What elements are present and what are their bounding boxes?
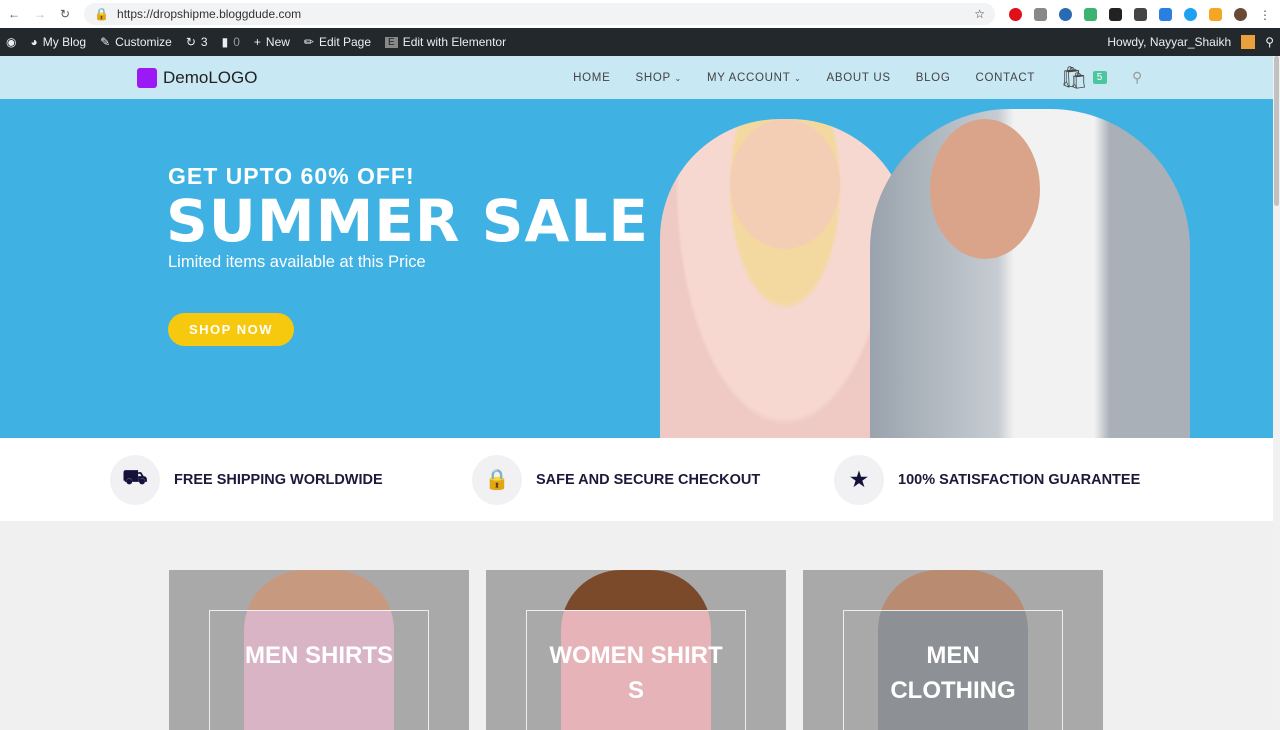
label: MY ACCOUNT <box>706 71 791 84</box>
label: My Blog <box>42 35 87 49</box>
extension-icon[interactable] <box>1134 7 1147 21</box>
extensions: ⋮ <box>1009 7 1272 22</box>
admin-customize[interactable]: ✎ Customize <box>100 35 172 49</box>
cart-button[interactable]: 🛍 5 <box>1060 64 1108 91</box>
menu-contact[interactable]: CONTACT <box>975 72 1035 84</box>
lock-icon: 🔒 <box>94 7 110 21</box>
cart-count-badge: 5 <box>1092 71 1108 84</box>
extension-icon[interactable] <box>1109 7 1122 21</box>
logo-icon <box>137 67 157 88</box>
feature-label: SAFE AND SECURE CHECKOUT <box>536 471 761 488</box>
menu-shop[interactable]: SHOP ⌄ <box>635 72 682 84</box>
admin-search-icon[interactable]: ⚲ <box>1265 35 1274 49</box>
shopping-bag-icon: 🛍 <box>1060 64 1089 90</box>
menu-home[interactable]: HOME <box>573 72 610 84</box>
scrollbar-thumb[interactable] <box>1274 56 1279 206</box>
category-label: MEN SHIRTS <box>244 642 393 669</box>
menu-kebab-icon[interactable]: ⋮ <box>1259 8 1272 22</box>
label: 0 <box>233 35 240 49</box>
wordpress-logo-icon[interactable]: ◉ <box>6 35 16 49</box>
label: SHOP <box>635 71 671 84</box>
feature-item: ★ 100% SATISFACTION GUARANTEE <box>834 454 1196 505</box>
admin-my-blog[interactable]: ◕ My Blog <box>30 35 86 49</box>
feature-label: FREE SHIPPING WORLDWIDE <box>174 471 383 488</box>
category-label: WOMEN SHIRT S <box>549 642 723 704</box>
shop-now-button[interactable]: SHOP NOW <box>168 313 294 346</box>
search-icon[interactable]: ⚲ <box>1132 69 1143 86</box>
admin-edit-page[interactable]: ✏ Edit Page <box>304 35 371 49</box>
lock-icon: 🔒 <box>472 454 522 505</box>
category-label: MEN CLOTHING <box>890 642 1016 704</box>
elementor-icon: E <box>385 36 398 48</box>
logo-text: DemoLOGO <box>163 67 258 87</box>
bookmark-star-icon[interactable]: ☆ <box>974 7 985 21</box>
label: Edit with Elementor <box>402 35 507 49</box>
admin-new[interactable]: + New <box>254 35 290 49</box>
brush-icon: ✎ <box>100 35 111 49</box>
hero-kicker: GET UPTO 60% OFF! <box>168 163 415 189</box>
reload-icon[interactable]: ↻ <box>60 7 70 21</box>
page-scrollbar[interactable] <box>1273 56 1280 720</box>
truck-icon: ⛟ <box>110 454 160 505</box>
download-extension-icon[interactable] <box>1159 7 1172 21</box>
admin-edit-elementor[interactable]: E Edit with Elementor <box>385 35 506 49</box>
admin-comments[interactable]: ▮ 0 <box>222 35 240 49</box>
user-avatar[interactable] <box>1241 35 1256 49</box>
label: New <box>265 35 290 49</box>
feature-item: 🔒 SAFE AND SECURE CHECKOUT <box>472 454 834 505</box>
label: 3 <box>200 35 208 49</box>
updates-icon: ↻ <box>185 35 196 49</box>
chevron-down-icon: ⌄ <box>674 73 682 83</box>
menu-about-us[interactable]: ABOUT US <box>827 72 891 84</box>
browser-toolbar: ← → ↻ 🔒 https://dropshipme.bloggdude.com… <box>0 0 1280 28</box>
hero-title: SUMMER SALE <box>166 187 650 255</box>
plus-icon: + <box>253 35 261 49</box>
comment-icon: ▮ <box>221 35 229 49</box>
hero-subtitle: Limited items available at this Price <box>168 253 426 271</box>
dashboard-icon: ◕ <box>30 35 38 49</box>
category-card-men-clothing[interactable]: MEN CLOTHING <box>803 570 1103 730</box>
opera-extension-icon[interactable] <box>1009 7 1022 21</box>
chevron-down-icon: ⌄ <box>794 73 802 83</box>
back-icon[interactable]: ← <box>8 7 20 21</box>
star-icon: ★ <box>834 454 884 505</box>
url-text: https://dropshipme.bloggdude.com <box>117 7 302 21</box>
label: Customize <box>115 35 172 49</box>
site-logo[interactable]: DemoLOGO <box>137 67 258 88</box>
color-picker-extension-icon[interactable] <box>1084 7 1097 21</box>
admin-updates[interactable]: ↻ 3 <box>186 35 208 49</box>
menu-my-account[interactable]: MY ACCOUNT ⌄ <box>707 72 802 84</box>
address-bar[interactable]: 🔒 https://dropshipme.bloggdude.com ☆ <box>84 3 995 25</box>
hero-banner: GET UPTO 60% OFF! SUMMER SALE Limited it… <box>0 99 1280 438</box>
forward-icon[interactable]: → <box>34 7 46 21</box>
feature-item: ⛟ FREE SHIPPING WORLDWIDE <box>110 454 472 505</box>
label: Edit Page <box>318 35 372 49</box>
pencil-icon: ✏ <box>303 35 314 49</box>
category-card-men-shirts[interactable]: MEN SHIRTS <box>169 570 469 730</box>
extension-icon[interactable] <box>1059 7 1072 21</box>
main-menu: HOME SHOP ⌄ MY ACCOUNT ⌄ ABOUT US BLOG C… <box>573 65 1143 91</box>
extension-icon[interactable] <box>1034 7 1047 21</box>
extension-icon[interactable] <box>1184 7 1197 21</box>
features-strip: ⛟ FREE SHIPPING WORLDWIDE 🔒 SAFE AND SECUR… <box>0 438 1280 521</box>
howdy-user[interactable]: Howdy, Nayyar_Shaikh <box>1107 35 1231 49</box>
profile-avatar-icon[interactable] <box>1234 7 1247 21</box>
menu-blog[interactable]: BLOG <box>916 72 951 84</box>
category-card-women-shirts[interactable]: WOMEN SHIRT S <box>486 570 786 730</box>
site-header: DemoLOGO HOME SHOP ⌄ MY ACCOUNT ⌄ ABOUT … <box>0 56 1280 99</box>
category-grid: MEN SHIRTS WOMEN SHIRT S MEN CLOTHING <box>169 570 1103 730</box>
hero-photo-couple <box>640 99 1240 438</box>
extension-icon[interactable] <box>1209 7 1222 21</box>
feature-label: 100% SATISFACTION GUARANTEE <box>898 471 1141 488</box>
wp-admin-bar: ◉ ◕ My Blog ✎ Customize ↻ 3 ▮ 0 + New ✏ Edit P… <box>0 28 1280 56</box>
